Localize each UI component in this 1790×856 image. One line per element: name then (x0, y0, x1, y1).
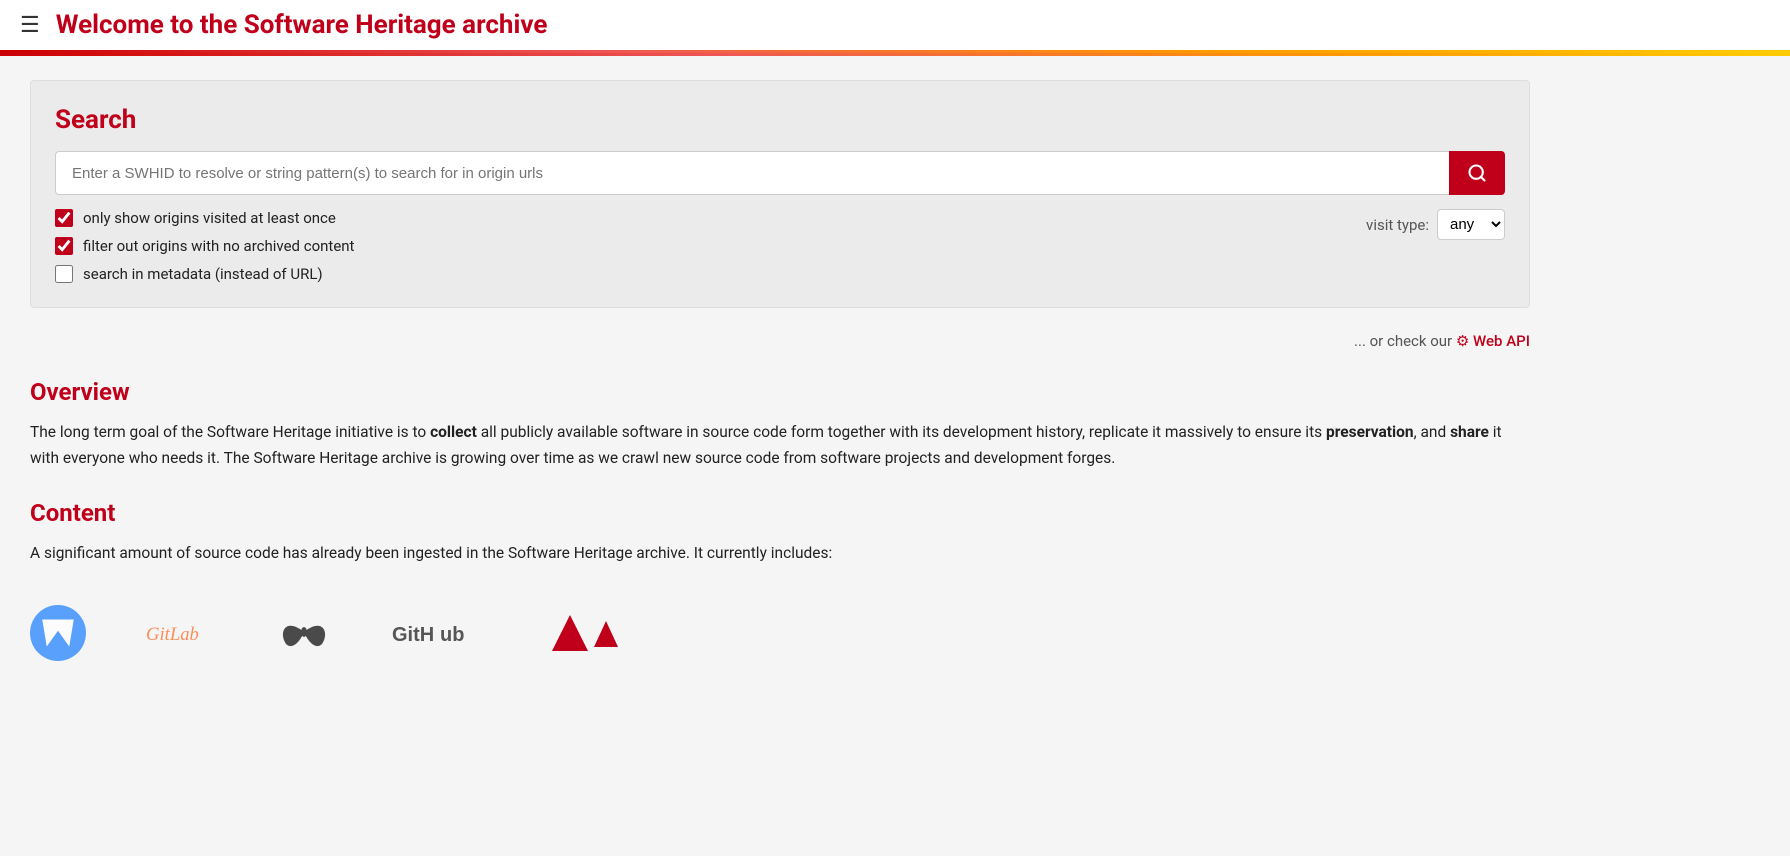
overview-text-before: The long term goal of the Software Herit… (30, 423, 430, 441)
filters-area: only show origins visited at least once … (55, 209, 1505, 283)
triangle-small (594, 621, 618, 647)
visit-type-label: visit type: (1366, 216, 1429, 234)
checkboxes-col: only show origins visited at least once … (55, 209, 354, 283)
content-section: Content A significant amount of source c… (30, 499, 1530, 661)
logo-github: GitH ub (392, 614, 492, 652)
collect-bold: collect (430, 423, 477, 441)
logo-bird (276, 612, 332, 654)
checkbox-metadata-input[interactable] (55, 265, 73, 283)
webapi-prefix: ... or check our (1354, 332, 1456, 350)
overview-text-and: , and (1414, 423, 1450, 441)
bitbucket-logo-icon (30, 605, 86, 661)
gear-icon: ⚙ (1456, 332, 1469, 350)
search-input-row (55, 151, 1505, 195)
checkbox-metadata[interactable]: search in metadata (instead of URL) (55, 265, 354, 283)
overview-title: Overview (30, 378, 1530, 406)
logo-strip: GitLab GitH ub (30, 595, 1530, 661)
search-button[interactable] (1449, 151, 1505, 195)
webapi-row: ... or check our ⚙ Web API (30, 332, 1530, 350)
preservation-bold: preservation (1326, 423, 1414, 441)
svg-text:GitLab: GitLab (146, 624, 199, 645)
checkbox-archived-input[interactable] (55, 237, 73, 255)
logo-bitbucket (30, 605, 86, 661)
overview-text-mid: all publicly available software in sourc… (477, 423, 1326, 441)
checkbox-visited-input[interactable] (55, 209, 73, 227)
page-title: Welcome to the Software Heritage archive (56, 10, 548, 40)
github-text-svg: GitH ub (392, 614, 492, 652)
search-title: Search (55, 105, 1505, 135)
logo-triangles (552, 615, 618, 651)
main-content: Search only show origins visited at leas… (0, 56, 1560, 685)
webapi-link-text: Web API (1473, 332, 1530, 350)
svg-text:ub: ub (440, 624, 464, 646)
logo-gitlab: GitLab (146, 615, 216, 651)
search-input[interactable] (55, 151, 1449, 195)
header: ☰ Welcome to the Software Heritage archi… (0, 0, 1790, 53)
overview-section: Overview The long term goal of the Softw… (30, 378, 1530, 471)
triangle-large (552, 615, 588, 651)
checkbox-visited-label: only show origins visited at least once (83, 209, 336, 227)
gitlab-svg: GitLab (146, 615, 216, 651)
hamburger-icon[interactable]: ☰ (20, 13, 40, 38)
content-text: A significant amount of source code has … (30, 541, 1530, 567)
checkbox-metadata-label: search in metadata (instead of URL) (83, 265, 323, 283)
webapi-link[interactable]: ⚙ Web API (1456, 332, 1530, 350)
search-icon (1467, 163, 1487, 183)
bitbucket-svg (40, 615, 76, 651)
checkbox-archived[interactable]: filter out origins with no archived cont… (55, 237, 354, 255)
search-section: Search only show origins visited at leas… (30, 80, 1530, 308)
svg-text:GitH: GitH (392, 624, 434, 646)
visit-type-row: visit type: any git svn hg ftp pypi npm (1366, 209, 1505, 240)
content-title: Content (30, 499, 1530, 527)
overview-text: The long term goal of the Software Herit… (30, 420, 1530, 471)
checkbox-visited[interactable]: only show origins visited at least once (55, 209, 354, 227)
checkbox-archived-label: filter out origins with no archived cont… (83, 237, 354, 255)
visit-type-select[interactable]: any git svn hg ftp pypi npm (1437, 209, 1505, 240)
share-bold: share (1450, 423, 1489, 441)
bird-svg (276, 612, 332, 654)
